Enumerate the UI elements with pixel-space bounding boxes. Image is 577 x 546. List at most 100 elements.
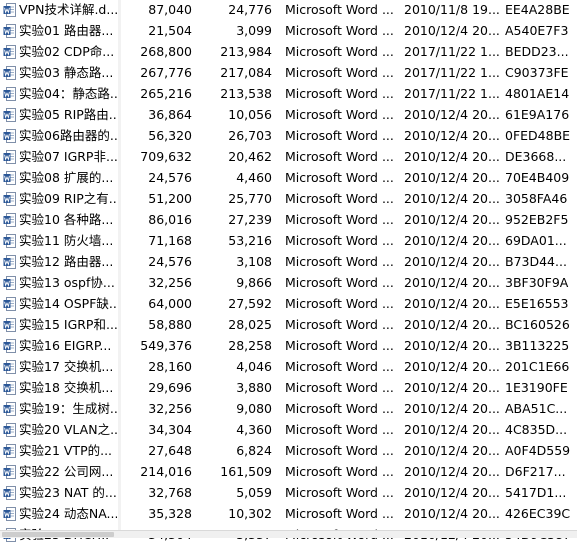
file-type: Microsoft Word ...: [285, 65, 393, 80]
file-row[interactable]: 实验07 IGRP非... 709,632 20,462 Microsoft Word…: [0, 147, 577, 168]
file-row[interactable]: 实验04：静态路... 265,216 213,538 Microsoft Word …: [0, 84, 577, 105]
file-row[interactable]: 实验02 CDP命... 268,800 213,984 Microsoft Word…: [0, 42, 577, 63]
file-name: 实验24 动态NA...: [19, 506, 117, 521]
file-size: 214,016: [140, 464, 192, 479]
modified-date: 2010/12/4 20...: [404, 485, 500, 500]
file-row[interactable]: 实验21 VTP的... 27,648 6,824 Microsoft Word ..…: [0, 441, 577, 462]
file-name: 实验09 RIP之有...: [19, 191, 117, 206]
file-name: 实验04：静态路...: [19, 86, 117, 101]
file-type: Microsoft Word ...: [285, 380, 393, 395]
file-row[interactable]: 实验14 OSPF缺... 64,000 27,592 Microsoft Word …: [0, 294, 577, 315]
packed-size: 4,046: [236, 359, 272, 374]
word-document-icon: [3, 360, 16, 374]
crc32: 3B113225: [505, 338, 570, 353]
crc32: 3058FA46: [505, 191, 568, 206]
packed-size: 213,984: [220, 44, 272, 59]
file-size: 35,328: [148, 506, 192, 521]
word-document-icon: [3, 297, 16, 311]
file-row[interactable]: 实验09 RIP之有... 51,200 25,770 Microsoft Word …: [0, 189, 577, 210]
modified-date: 2017/11/22 1...: [404, 86, 500, 101]
file-name: 实验20 VLAN之...: [19, 422, 117, 437]
file-name: 实验14 OSPF缺...: [19, 296, 117, 311]
word-document-icon: [3, 129, 16, 143]
file-row[interactable]: 实验19：生成树... 32,256 9,080 Microsoft Word ...…: [0, 399, 577, 420]
file-size: 87,040: [148, 2, 192, 17]
word-document-icon: [3, 213, 16, 227]
file-size: 709,632: [140, 149, 192, 164]
word-document-icon: [3, 87, 16, 101]
modified-date: 2010/12/4 20...: [404, 149, 500, 164]
file-row[interactable]: 实验17 交换机... 28,160 4,046 Microsoft Word ...…: [0, 357, 577, 378]
word-document-icon: [3, 339, 16, 353]
file-name: VPN技术详解.d...: [19, 2, 117, 17]
file-name: 实验08 扩展的...: [19, 170, 114, 185]
modified-date: 2010/12/4 20...: [404, 443, 500, 458]
packed-size: 24,776: [228, 2, 272, 17]
file-type: Microsoft Word ...: [285, 128, 393, 143]
file-size: 29,696: [148, 380, 192, 395]
packed-size: 3,108: [236, 254, 272, 269]
file-size: 36,864: [148, 107, 192, 122]
modified-date: 2010/12/4 20...: [404, 359, 500, 374]
modified-date: 2010/12/4 20...: [404, 464, 500, 479]
word-document-icon: [3, 150, 16, 164]
crc32: BEDD23...: [505, 44, 569, 59]
crc32: 3BF30F9A: [505, 275, 569, 290]
file-name: 实验12 路由器...: [19, 254, 114, 269]
file-row[interactable]: 实验05 RIP路由... 36,864 10,056 Microsoft Word …: [0, 105, 577, 126]
file-row[interactable]: 实验18 交换机... 29,696 3,880 Microsoft Word ...…: [0, 378, 577, 399]
modified-date: 2010/12/4 20...: [404, 380, 500, 395]
word-document-icon: [3, 45, 16, 59]
file-type: Microsoft Word ...: [285, 275, 393, 290]
file-type: Microsoft Word ...: [285, 422, 393, 437]
file-name: 实验03 静态路...: [19, 65, 114, 80]
crc32: 952EB2F5: [505, 212, 569, 227]
crc32: B73D44...: [505, 254, 567, 269]
file-size: 24,576: [148, 254, 192, 269]
file-type: Microsoft Word ...: [285, 485, 393, 500]
modified-date: 2010/12/4 20...: [404, 107, 500, 122]
file-type: Microsoft Word ...: [285, 212, 393, 227]
packed-size: 53,216: [228, 233, 272, 248]
packed-size: 27,592: [228, 296, 272, 311]
file-type: Microsoft Word ...: [285, 233, 393, 248]
modified-date: 2010/12/4 20...: [404, 422, 500, 437]
modified-date: 2010/12/4 20...: [404, 23, 500, 38]
file-row[interactable]: 实验12 路由器... 24,576 3,108 Microsoft Word ...…: [0, 252, 577, 273]
file-row[interactable]: 实验01 路由器... 21,504 3,099 Microsoft Word ...…: [0, 21, 577, 42]
crc32: C90373FE: [505, 65, 569, 80]
file-row[interactable]: 实验22 公司网... 214,016 161,509 Microsoft Word …: [0, 462, 577, 483]
file-name: 实验13 ospf协...: [19, 275, 115, 290]
file-row[interactable]: VPN技术详解.d... 87,040 24,776 Microsoft Word .…: [0, 0, 577, 21]
word-document-icon: [3, 108, 16, 122]
file-row[interactable]: 实验24 动态NA... 35,328 10,302 Microsoft Word .…: [0, 504, 577, 525]
horizontal-scrollbar-thumb[interactable]: [2, 532, 114, 537]
file-size: 24,576: [148, 170, 192, 185]
file-row[interactable]: 实验16 EIGRP... 549,376 28,258 Microsoft Word…: [0, 336, 577, 357]
file-name: 实验01 路由器...: [19, 23, 114, 38]
crc32: E5E16553: [505, 296, 569, 311]
file-type: Microsoft Word ...: [285, 2, 393, 17]
file-row[interactable]: 实验08 扩展的... 24,576 4,460 Microsoft Word ...…: [0, 168, 577, 189]
packed-size: 4,360: [236, 422, 272, 437]
modified-date: 2010/12/4 20...: [404, 191, 500, 206]
file-row[interactable]: 实验13 ospf协... 32,256 9,866 Microsoft Word .…: [0, 273, 577, 294]
file-size: 28,160: [148, 359, 192, 374]
file-name: 实验21 VTP的...: [19, 443, 113, 458]
word-document-icon: [3, 276, 16, 290]
file-row[interactable]: 实验06路由器的... 56,320 26,703 Microsoft Word ..…: [0, 126, 577, 147]
file-type: Microsoft Word ...: [285, 464, 393, 479]
modified-date: 2010/12/4 20...: [404, 317, 500, 332]
file-type: Microsoft Word ...: [285, 149, 393, 164]
file-row[interactable]: 实验20 VLAN之... 34,304 4,360 Microsoft Word .…: [0, 420, 577, 441]
crc32: 70E4B409: [505, 170, 570, 185]
file-row[interactable]: 实验10 各种路... 86,016 27,239 Microsoft Word ..…: [0, 210, 577, 231]
file-name: 实验18 交换机...: [19, 380, 114, 395]
file-row[interactable]: 实验11 防火墙... 71,168 53,216 Microsoft Word ..…: [0, 231, 577, 252]
file-row[interactable]: 实验15 IGRP和... 58,880 28,025 Microsoft Word …: [0, 315, 577, 336]
file-row[interactable]: 实验23 NAT 的... 32,768 5,059 Microsoft Word .…: [0, 483, 577, 504]
modified-date: 2010/12/4 20...: [404, 401, 500, 416]
file-size: 268,800: [140, 44, 192, 59]
word-document-icon: [3, 255, 16, 269]
file-row[interactable]: 实验03 静态路... 267,776 217,084 Microsoft Word …: [0, 63, 577, 84]
